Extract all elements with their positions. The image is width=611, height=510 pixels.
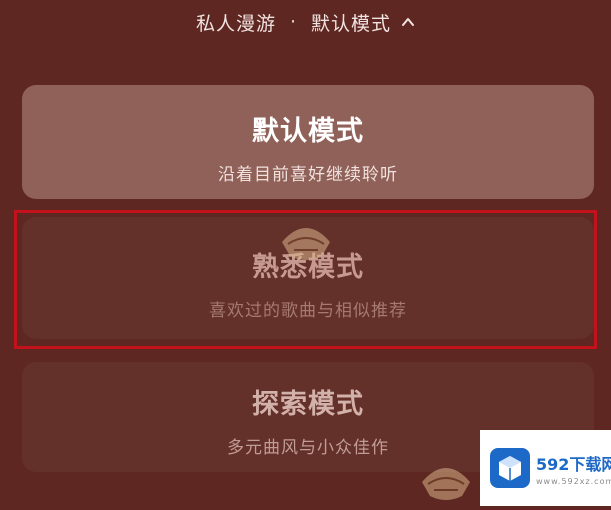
mode-description: 喜欢过的歌曲与相似推荐	[209, 301, 407, 321]
header-current-mode: 默认模式	[311, 12, 392, 35]
mode-title: 默认模式	[252, 116, 364, 147]
box-logo-icon	[490, 448, 530, 488]
watermark-site-domain: www.592xz.com	[536, 476, 611, 486]
mode-title: 探索模式	[252, 389, 364, 420]
watermark-mark-icon	[274, 212, 338, 266]
mode-option-default[interactable]: 默认模式 沿着目前喜好继续聆听	[22, 85, 594, 199]
mode-selector-header[interactable]: 私人漫游 · 默认模式	[0, 0, 611, 44]
site-watermark-badge: 592下载网 www.592xz.com	[480, 430, 611, 506]
header-title: 私人漫游	[195, 12, 276, 35]
chevron-up-icon[interactable]	[401, 15, 415, 29]
watermark-mark-icon	[414, 452, 478, 506]
mode-description: 沿着目前喜好继续聆听	[218, 165, 398, 185]
header-separator: ·	[289, 11, 298, 33]
watermark-site-name: 592下载网	[536, 454, 611, 474]
